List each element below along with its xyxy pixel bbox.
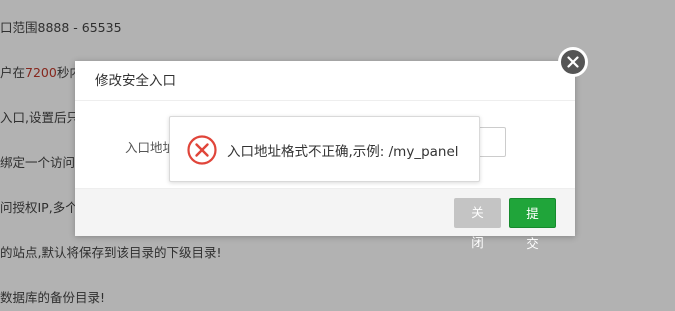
close-icon <box>567 56 579 68</box>
submit-button[interactable]: 提交 <box>509 198 556 251</box>
modal-footer: 关闭 提交 <box>75 188 575 251</box>
error-circle-icon <box>187 135 217 165</box>
modal-title: 修改安全入口 <box>75 61 575 101</box>
close-button[interactable]: 关闭 <box>454 198 501 250</box>
modal-close-icon[interactable] <box>558 47 588 77</box>
error-toast: 入口地址格式不正确,示例: /my_panel <box>169 116 480 182</box>
entry-address-label: 入口地址 <box>125 140 176 155</box>
error-message: 入口地址格式不正确,示例: /my_panel <box>227 144 459 160</box>
